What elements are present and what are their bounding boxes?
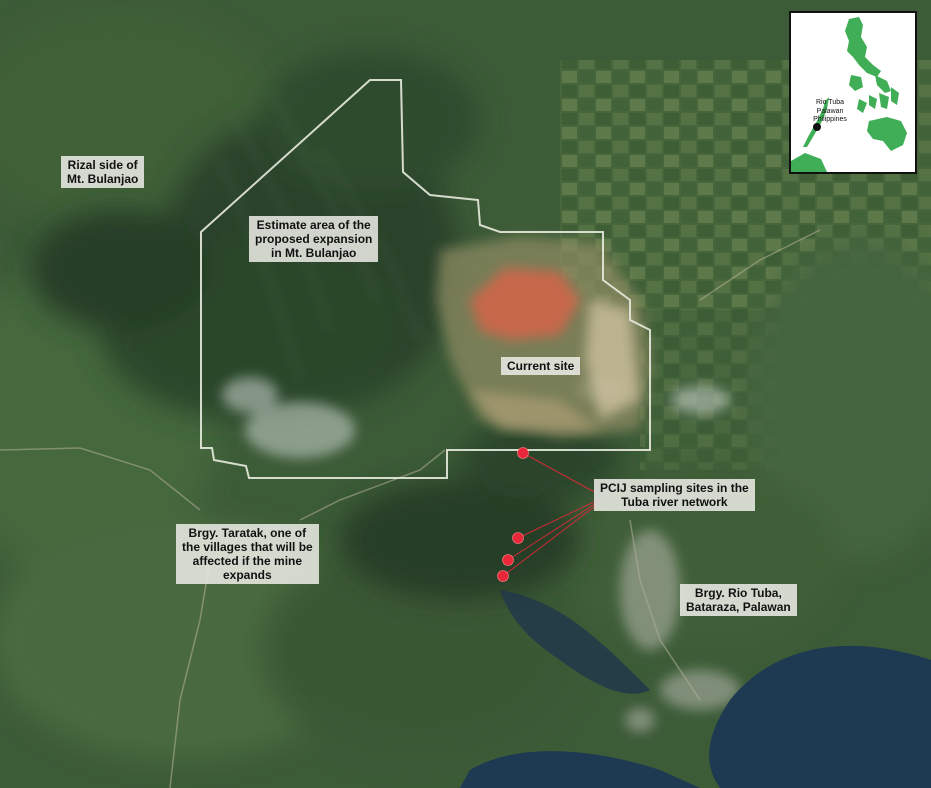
label-proposed-expansion: Estimate area of the proposed expansion … — [249, 216, 379, 262]
label-line: the villages that will be — [182, 540, 313, 554]
label-line: Current site — [507, 359, 575, 373]
locator-inset-map: Rio Tuba Palawan Philippines — [789, 11, 917, 174]
inset-label-line: Palawan — [816, 107, 844, 115]
label-line: Brgy. Taratak, one of — [188, 526, 307, 540]
label-line: Bataraza, Palawan — [686, 600, 791, 614]
sampling-site-marker — [512, 532, 524, 544]
label-line: Mt. Bulanjao — [67, 172, 139, 186]
label-line: Brgy. Rio Tuba, — [694, 586, 782, 600]
inset-label-line: Philippines — [813, 116, 847, 123]
sampling-site-marker — [502, 554, 514, 566]
label-line: affected if the mine — [192, 554, 303, 568]
label-line: Rizal side of — [67, 158, 138, 172]
inset-location-label: Rio Tuba Palawan Philippines — [799, 99, 861, 125]
sampling-site-marker — [517, 447, 529, 459]
label-line: PCIJ sampling sites in the — [600, 481, 749, 495]
label-brgy-rio-tuba: Brgy. Rio Tuba, Bataraza, Palawan — [680, 584, 797, 616]
inset-label-line: Rio Tuba — [815, 99, 845, 106]
label-line: expands — [223, 568, 272, 582]
label-line: in Mt. Bulanjao — [271, 246, 357, 260]
label-brgy-taratak: Brgy. Taratak, one of the villages that … — [176, 524, 319, 584]
label-sampling-sites: PCIJ sampling sites in the Tuba river ne… — [594, 479, 755, 511]
satellite-map[interactable]: Rizal side of Mt. Bulanjao Estimate area… — [0, 0, 931, 788]
label-line: proposed expansion — [255, 232, 373, 246]
label-line: Estimate area of the — [256, 218, 371, 232]
sampling-site-marker — [497, 570, 509, 582]
label-rizal-side: Rizal side of Mt. Bulanjao — [61, 156, 145, 188]
label-current-site: Current site — [501, 357, 581, 375]
philippines-outline — [791, 17, 907, 172]
label-line: Tuba river network — [621, 495, 728, 509]
